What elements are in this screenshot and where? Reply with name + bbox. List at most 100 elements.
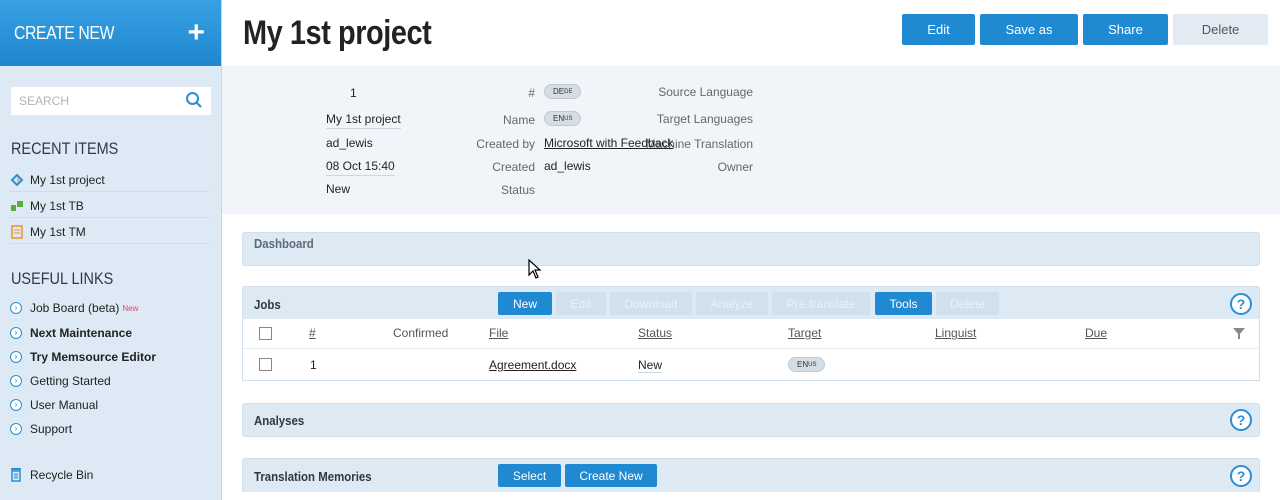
page-title: My 1st project — [243, 14, 432, 52]
source-language-chip: DE DE — [544, 84, 582, 99]
recent-item-label: My 1st TB — [30, 198, 84, 213]
row-file-link[interactable]: Agreement.docx — [489, 358, 576, 372]
create-new-tm-button[interactable]: Create New — [565, 464, 657, 487]
link-job-board[interactable]: › Job Board (beta) New — [10, 301, 138, 315]
recent-item-tm[interactable]: My 1st TM — [10, 220, 210, 244]
link-getting-started[interactable]: › Getting Started — [10, 374, 111, 388]
delete-job-button[interactable]: Delete — [936, 292, 999, 315]
link-label: Getting Started — [30, 374, 111, 388]
search-icon[interactable] — [185, 91, 203, 112]
download-button[interactable]: Download — [610, 292, 692, 315]
created-label: Created — [492, 160, 535, 174]
row-target-chip: EN US — [788, 357, 826, 372]
col-status[interactable]: Status — [638, 326, 672, 340]
row-number: 1 — [310, 358, 317, 372]
recycle-bin-link[interactable]: Recycle Bin — [10, 467, 93, 482]
number-label: # — [528, 86, 535, 100]
created-by-label: Created by — [476, 137, 535, 151]
edit-button[interactable]: Edit — [902, 14, 975, 45]
help-icon[interactable]: ? — [1230, 465, 1252, 487]
help-icon[interactable]: ? — [1230, 293, 1252, 315]
arrow-circle-icon: › — [10, 423, 22, 435]
link-label: User Manual — [30, 398, 99, 412]
sidebar: CREATE NEW + RECENT ITEMS My 1st project… — [0, 0, 222, 500]
edit-job-button[interactable]: Edit — [556, 292, 606, 315]
target-languages-label: Target Languages — [656, 112, 753, 126]
tm-table-header — [242, 492, 1260, 500]
target-language-chip: EN US — [544, 111, 582, 126]
mouse-cursor-icon — [528, 258, 542, 282]
link-support[interactable]: › Support — [10, 422, 72, 436]
filter-icon[interactable] — [1233, 328, 1245, 339]
jobs-section: Jobs New Edit Download Analyze Pre-trans… — [242, 286, 1260, 320]
tools-button[interactable]: Tools — [875, 292, 932, 315]
analyze-button[interactable]: Analyze — [696, 292, 768, 315]
owner-label: Owner — [717, 160, 753, 174]
table-row[interactable]: 1 Agreement.docx New EN US — [243, 348, 1259, 380]
search-input[interactable] — [19, 94, 185, 108]
arrow-circle-icon: › — [10, 302, 22, 314]
col-linguist[interactable]: Linguist — [935, 326, 976, 340]
save-as-button[interactable]: Save as — [980, 14, 1078, 45]
new-badge: New — [122, 303, 139, 313]
dashboard-section[interactable]: Dashboard — [242, 232, 1260, 266]
row-checkbox[interactable] — [259, 358, 272, 371]
number-value: 1 — [350, 86, 357, 100]
trash-icon — [10, 467, 22, 482]
arrow-circle-icon: › — [10, 351, 22, 363]
link-try-editor[interactable]: › Try Memsource Editor — [10, 350, 156, 364]
recent-item-project[interactable]: My 1st project — [10, 168, 210, 192]
created-by-value: ad_lewis — [326, 136, 373, 150]
owner-value: ad_lewis — [544, 159, 591, 173]
translation-memory-icon — [10, 224, 24, 239]
source-language-label: Source Language — [658, 85, 753, 99]
help-icon[interactable]: ? — [1230, 409, 1252, 431]
create-new-button[interactable]: CREATE NEW + — [0, 0, 221, 66]
create-new-label: CREATE NEW — [14, 22, 115, 43]
col-confirmed: Confirmed — [393, 326, 449, 340]
col-target[interactable]: Target — [788, 326, 821, 340]
select-tm-button[interactable]: Select — [498, 464, 561, 487]
recycle-bin-label: Recycle Bin — [30, 467, 94, 482]
created-value: 08 Oct 15:40 — [326, 159, 395, 176]
recent-items-heading: RECENT ITEMS — [11, 139, 119, 158]
link-label: Next Maintenance — [30, 326, 133, 340]
status-label: Status — [500, 183, 535, 197]
jobs-table: # Confirmed File Status Target Linguist … — [242, 319, 1260, 381]
new-job-button[interactable]: New — [498, 292, 552, 315]
pre-translate-button[interactable]: Pre-translate — [772, 292, 870, 315]
arrow-circle-icon: › — [10, 375, 22, 387]
arrow-circle-icon: › — [10, 399, 22, 411]
link-label: Support — [30, 422, 73, 436]
analyses-section[interactable]: Analyses ? — [242, 403, 1260, 437]
name-value: My 1st project — [326, 112, 401, 129]
machine-translation-link[interactable]: Microsoft with Feedback — [544, 136, 673, 150]
translation-memories-title: Translation Memories — [254, 469, 372, 484]
col-number[interactable]: # — [309, 326, 316, 340]
termbase-icon — [10, 199, 24, 213]
name-label: Name — [502, 113, 535, 127]
select-all-checkbox[interactable] — [259, 327, 272, 340]
project-info-panel: # 1 Name My 1st project Created by ad_le… — [222, 66, 1280, 214]
status-value: New — [326, 182, 351, 196]
plus-icon: + — [187, 16, 205, 49]
recent-item-tb[interactable]: My 1st TB — [10, 194, 210, 218]
search-box[interactable] — [10, 86, 212, 116]
translation-memories-section: Translation Memories Select Create New ? — [242, 458, 1260, 494]
col-due[interactable]: Due — [1085, 326, 1107, 340]
useful-links-heading: USEFUL LINKS — [11, 269, 114, 288]
link-next-maintenance[interactable]: › Next Maintenance — [10, 326, 132, 340]
arrow-circle-icon: › — [10, 327, 22, 339]
link-user-manual[interactable]: › User Manual — [10, 398, 98, 412]
recent-item-label: My 1st TM — [30, 224, 86, 239]
jobs-title: Jobs — [254, 297, 281, 312]
col-file[interactable]: File — [489, 326, 508, 340]
delete-button[interactable]: Delete — [1173, 14, 1268, 45]
link-label: Try Memsource Editor — [30, 350, 157, 364]
project-icon — [10, 173, 24, 187]
share-button[interactable]: Share — [1083, 14, 1168, 45]
row-status: New — [638, 358, 663, 373]
analyses-title: Analyses — [254, 413, 305, 428]
link-label: Job Board (beta) — [30, 301, 120, 315]
recent-item-label: My 1st project — [30, 172, 105, 187]
